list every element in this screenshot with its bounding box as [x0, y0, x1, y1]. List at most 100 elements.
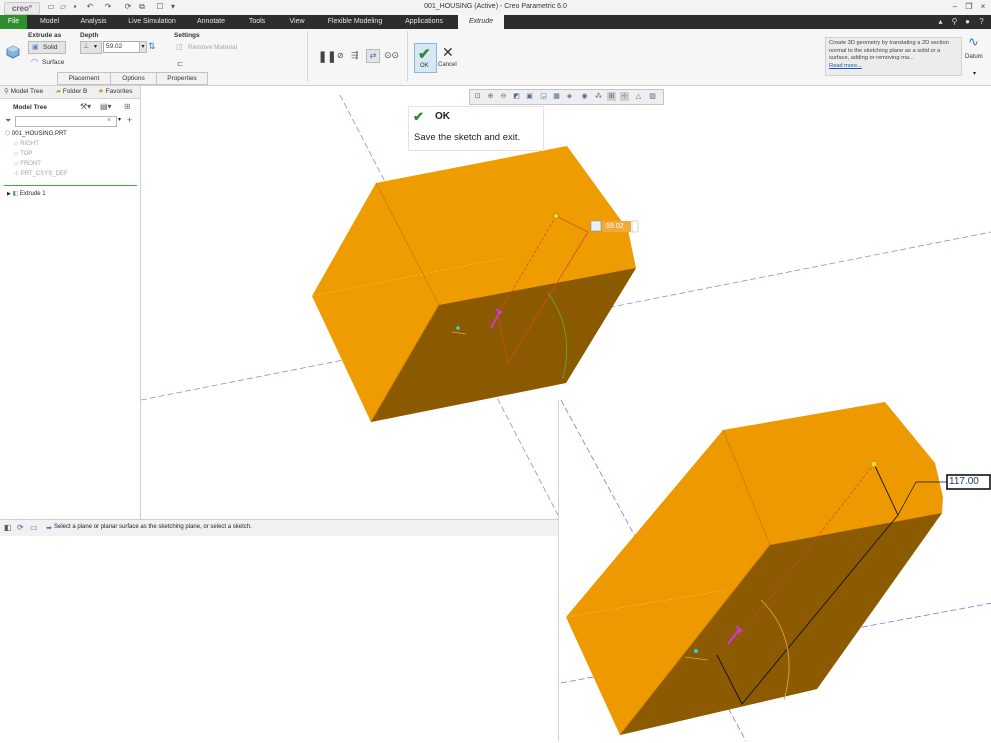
cancel-button[interactable]: ✕ Cancel: [437, 43, 458, 71]
datum-display-icon[interactable]: ⁂: [594, 92, 603, 101]
add-icon[interactable]: +: [127, 115, 132, 125]
depth-tag-icon[interactable]: [590, 220, 602, 232]
tab-model-tree[interactable]: ⚲ Model Tree: [4, 86, 52, 98]
attached-preview-icon[interactable]: ⇶: [351, 50, 359, 61]
help-icon[interactable]: ?: [977, 17, 986, 27]
tab-placement[interactable]: Placement: [57, 72, 111, 85]
message-text: Select a plane or planar surface as the …: [54, 524, 252, 530]
favorites-icon: ★: [98, 88, 104, 95]
depth-option-dropdown[interactable]: ⊥ ▾: [80, 41, 102, 54]
full-screen-icon[interactable]: ▭: [30, 523, 38, 532]
depth-value-dropdown[interactable]: ▾: [139, 41, 147, 53]
tab-options[interactable]: Options: [110, 72, 157, 85]
tab-annotate[interactable]: Annotate: [189, 15, 233, 29]
dimension-value[interactable]: 117.00: [949, 476, 979, 487]
tab-extrude[interactable]: Extrude: [458, 15, 504, 29]
thicken-sketch-icon[interactable]: ⊏: [177, 59, 184, 68]
no-preview-icon[interactable]: ⊘: [337, 51, 344, 60]
zoom-out-icon[interactable]: ⊖: [499, 92, 508, 101]
tree-item-label: TOP: [20, 151, 33, 157]
minimize-ribbon-icon[interactable]: ▴: [936, 17, 945, 27]
expand-arrow-icon[interactable]: ▶: [7, 191, 11, 197]
close-icon[interactable]: ×: [978, 2, 988, 12]
tree-item-datum-top[interactable]: ▱ TOP: [14, 150, 32, 159]
tab-favorites[interactable]: ★ Favorites: [98, 86, 140, 98]
pause-icon[interactable]: ❚❚: [318, 50, 336, 63]
refit-icon[interactable]: ⊡: [473, 92, 482, 101]
ok-tooltip: ✔ OK Save the sketch and exit.: [408, 106, 544, 151]
tree-settings-icon[interactable]: ⚒▾: [80, 102, 91, 111]
tab-flexible-modeling[interactable]: Flexible Modeling: [317, 15, 393, 29]
zoom-in-icon[interactable]: ⊕: [486, 92, 495, 101]
model-view-2[interactable]: [559, 399, 991, 742]
tree-item-datum-right[interactable]: ▱ RIGHT: [14, 140, 39, 149]
coordinate-system-icon: ⊹: [14, 171, 20, 177]
restore-icon[interactable]: ❐: [964, 2, 974, 12]
tree-item-extrude-1[interactable]: ▶ ◧ Extrude 1: [7, 190, 46, 199]
clear-search-icon[interactable]: ×: [107, 117, 111, 124]
tab-properties[interactable]: Properties: [156, 72, 208, 85]
datum-label: Datum: [965, 54, 983, 60]
tree-item-label: PRT_CSYS_DEF: [20, 171, 68, 177]
depth-tag-value[interactable]: 59.02: [606, 223, 624, 230]
separator: [307, 31, 308, 81]
repaint-icon[interactable]: ◩: [512, 92, 521, 101]
filter-icon[interactable]: ⏷: [5, 116, 11, 126]
read-more-link[interactable]: Read more...: [829, 63, 862, 69]
navigator-toggle-icon[interactable]: ◧: [4, 523, 12, 532]
remove-material-option[interactable]: Remove Material: [188, 44, 237, 51]
model-tree-panel: ⚲ Model Tree ▰ Folder B ★ Favorites Mode…: [0, 86, 141, 519]
depth-value-input[interactable]: 59.02: [103, 41, 141, 53]
ribbon-tab-bar: File Model Analysis Live Simulation Anno…: [0, 15, 991, 29]
ok-button[interactable]: ✔ OK: [414, 43, 437, 73]
help-text: Create 3D geometry by translating a 2D s…: [829, 40, 949, 62]
tree-item-csys[interactable]: ⊹ PRT_CSYS_DEF: [14, 170, 68, 179]
tab-applications[interactable]: Applications: [397, 15, 451, 29]
datum-button[interactable]: ∿ Datum: [964, 34, 988, 64]
second-model-view[interactable]: 117.00: [558, 399, 991, 742]
flip-direction-icon[interactable]: ⇅: [148, 41, 156, 52]
named-views-icon[interactable]: ▣: [525, 92, 534, 101]
tree-item-root[interactable]: ⬡ 001_HOUSING.PRT: [5, 130, 67, 139]
solid-button[interactable]: ▣ Solid: [28, 41, 66, 54]
tab-analysis[interactable]: Analysis: [72, 15, 115, 29]
message-history-area: [0, 536, 558, 741]
toolbar-customize-icon[interactable]: ▨: [648, 92, 657, 101]
model-tree-header: Model Tree: [13, 104, 47, 111]
csys-marker: [456, 326, 460, 330]
insert-here-indicator[interactable]: [4, 185, 137, 186]
part-icon: ⬡: [5, 131, 11, 137]
spin-center-icon[interactable]: ⊹: [620, 92, 629, 101]
saved-orientations-icon[interactable]: ◉: [580, 92, 589, 101]
tab-live-simulation[interactable]: Live Simulation: [119, 15, 185, 29]
show-icon[interactable]: ▤▾: [100, 102, 112, 111]
minimize-icon[interactable]: –: [950, 2, 960, 12]
tab-model[interactable]: Model: [31, 15, 68, 29]
browser-toggle-icon[interactable]: ⟳: [17, 523, 24, 532]
settings-icon[interactable]: ●: [963, 17, 972, 27]
view-manager-icon[interactable]: ▦: [552, 92, 561, 101]
surface-button[interactable]: ◠ Surface: [28, 57, 68, 68]
tree-item-datum-front[interactable]: ▱ FRONT: [14, 160, 41, 169]
search-icon[interactable]: ⚲: [950, 17, 959, 27]
depth-tag-flip[interactable]: [631, 220, 639, 233]
depth-drag-handle[interactable]: [870, 460, 878, 468]
display-style-icon[interactable]: ◈: [565, 92, 574, 101]
datum-dropdown-icon[interactable]: ▾: [973, 70, 976, 77]
tree-search-input[interactable]: ×: [15, 116, 117, 127]
tab-tools[interactable]: Tools: [237, 15, 277, 29]
tooltip-title: OK: [435, 111, 450, 122]
tab-folder-browser[interactable]: ▰ Folder B: [56, 86, 94, 98]
detached-preview-icon[interactable]: ⇄: [366, 49, 380, 63]
solid-label: Solid: [43, 44, 58, 51]
section-view-icon[interactable]: △: [634, 92, 643, 101]
verify-mode-icon[interactable]: ⊙⊙: [384, 50, 399, 61]
annotation-display-icon[interactable]: ⊞: [607, 92, 616, 101]
depth-drag-handle[interactable]: [553, 213, 559, 219]
search-options-icon[interactable]: ▾: [118, 116, 121, 123]
graphics-toolbar: ⊡ ⊕ ⊖ ◩ ▣ ◲ ▦ ◈ ◉ ⁂ ⊞ ⊹ △ ▨: [469, 89, 664, 105]
tree-columns-icon[interactable]: ⊞: [124, 102, 131, 111]
tab-view[interactable]: View: [281, 15, 313, 29]
tab-file[interactable]: File: [0, 15, 27, 29]
perspective-icon[interactable]: ◲: [539, 92, 548, 101]
